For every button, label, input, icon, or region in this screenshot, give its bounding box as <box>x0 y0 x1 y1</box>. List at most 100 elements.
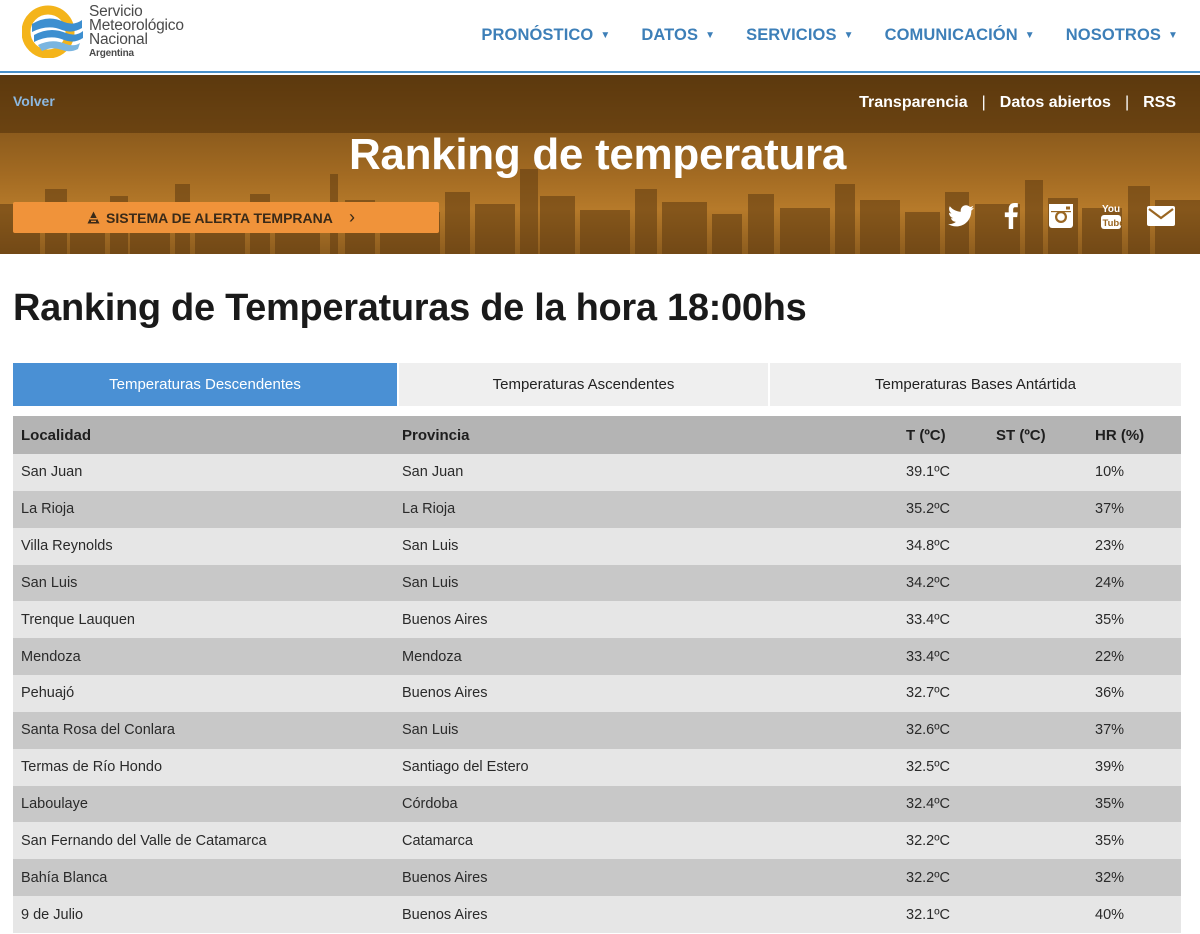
rss-link[interactable]: RSS <box>1143 94 1176 112</box>
cell-localidad: San Luis <box>21 574 78 591</box>
cell-provincia: Córdoba <box>402 796 458 813</box>
page-title: Ranking de Temperaturas de la hora 18:00… <box>13 287 807 329</box>
cell-humedad: 37% <box>1095 722 1125 739</box>
cell-localidad: San Fernando del Valle de Catamarca <box>21 832 267 849</box>
cell-humedad: 23% <box>1095 538 1125 555</box>
caret-down-icon: ▼ <box>600 30 611 41</box>
ranking-tabs: Temperaturas Descendentes Temperaturas A… <box>13 363 1181 406</box>
social-links: You Tube <box>936 199 1186 233</box>
caret-down-icon: ▼ <box>843 30 854 41</box>
table-row: Villa Reynolds San Luis 34.8ºC 23% <box>13 527 1181 565</box>
table-row: Trenque Lauquen Buenos Aires 33.4ºC 35% <box>13 601 1181 639</box>
cell-humedad: 39% <box>1095 759 1125 776</box>
cell-localidad: La Rioja <box>21 501 75 518</box>
twitter-icon[interactable] <box>936 199 986 233</box>
hero-banner: Volver Transparencia | Datos abiertos | … <box>0 75 1200 254</box>
table-row: San Juan San Juan 39.1ºC 10% <box>13 454 1181 491</box>
cell-provincia: San Luis <box>402 574 459 591</box>
cell-localidad: Termas de Río Hondo <box>21 759 163 776</box>
mail-icon[interactable] <box>1136 199 1186 233</box>
cell-humedad: 10% <box>1095 464 1125 481</box>
main-nav: PRONÓSTICO ▼ DATOS ▼ SERVICIOS ▼ COMUNICACI… <box>450 26 1178 45</box>
transparencia-link[interactable]: Transparencia <box>859 94 968 112</box>
table-row: Pehuajó Buenos Aires 32.7ºC 36% <box>13 675 1181 712</box>
ranking-table: Localidad Provincia T (ºC) ST (ºC) HR (%… <box>13 416 1181 933</box>
nav-item-servicios[interactable]: SERVICIOS ▼ <box>746 26 853 45</box>
cell-humedad: 40% <box>1095 906 1125 923</box>
cell-temperatura: 32.6ºC <box>906 722 950 739</box>
table-row: La Rioja La Rioja 35.2ºC 37% <box>13 490 1181 528</box>
cell-temperatura: 32.2ºC <box>906 832 950 849</box>
nav-label: NOSOTROS <box>1065 26 1161 44</box>
table-row: Termas de Río Hondo Santiago del Estero 32… <box>13 748 1181 786</box>
cell-provincia: Buenos Aires <box>402 611 488 628</box>
nav-label: SERVICIOS <box>746 26 837 44</box>
nav-item-nosotros[interactable]: NOSOTROS ▼ <box>1066 26 1178 45</box>
cell-localidad: Santa Rosa del Conlara <box>21 722 175 739</box>
column-header-temperatura[interactable]: T (ºC) <box>906 427 946 444</box>
cell-provincia: San Luis <box>402 538 459 555</box>
table-row: Santa Rosa del Conlara San Luis 32.6ºC 37% <box>13 711 1181 749</box>
svg-text:You: You <box>1102 204 1120 215</box>
cell-temperatura: 34.2ºC <box>906 574 950 591</box>
column-header-sensacion-termica[interactable]: ST (ºC) <box>996 427 1046 444</box>
cell-humedad: 24% <box>1095 574 1125 591</box>
top-navbar: Servicio Meteorológico Nacional Argentin… <box>0 0 1200 73</box>
cell-temperatura: 32.1ºC <box>906 906 950 923</box>
cell-humedad: 35% <box>1095 796 1125 813</box>
cell-provincia: Santiago del Estero <box>402 759 529 776</box>
table-row: 9 de Julio Buenos Aires 32.1ºC 40% <box>13 896 1181 933</box>
nav-item-pronostico[interactable]: PRONÓSTICO ▼ <box>481 26 610 45</box>
svg-text:Tube: Tube <box>1103 218 1123 229</box>
nav-label: PRONÓSTICO <box>481 26 594 44</box>
youtube-icon[interactable]: You Tube <box>1086 199 1136 233</box>
column-header-humedad[interactable]: HR (%) <box>1095 427 1144 444</box>
table-row: San Fernando del Valle de Catamarca Catam… <box>13 822 1181 860</box>
logo-text: Servicio Meteorológico Nacional Argentin… <box>89 4 184 60</box>
warning-cone-icon <box>87 211 100 224</box>
cell-provincia: Mendoza <box>402 648 462 665</box>
cell-localidad: Laboulaye <box>21 796 88 813</box>
table-row: Bahía Blanca Buenos Aires 32.2ºC 32% <box>13 859 1181 897</box>
cell-humedad: 37% <box>1095 501 1125 518</box>
tab-temperaturas-bases-antartida[interactable]: Temperaturas Bases Antártida <box>770 363 1181 406</box>
cell-temperatura: 34.8ºC <box>906 538 950 555</box>
table-body: San Juan San Juan 39.1ºC 10% La Rioja La Rioj… <box>13 454 1181 933</box>
cell-temperatura: 33.4ºC <box>906 648 950 665</box>
cell-temperatura: 32.4ºC <box>906 796 950 813</box>
cell-temperatura: 33.4ºC <box>906 611 950 628</box>
cell-localidad: Pehuajó <box>21 685 75 702</box>
datos-abiertos-link[interactable]: Datos abiertos <box>1000 94 1111 112</box>
cell-temperatura: 32.7ºC <box>906 685 950 702</box>
cell-temperatura: 35.2ºC <box>906 501 950 518</box>
link-separator: | <box>1124 94 1130 111</box>
utility-links: Transparencia | Datos abiertos | RSS <box>859 94 1176 112</box>
tab-temperaturas-descendentes[interactable]: Temperaturas Descendentes <box>13 363 399 406</box>
facebook-icon[interactable] <box>986 199 1036 233</box>
caret-down-icon: ▼ <box>1168 30 1178 41</box>
link-separator: | <box>981 94 986 111</box>
back-link[interactable]: Volver <box>13 93 55 109</box>
cell-humedad: 35% <box>1095 611 1125 628</box>
alert-system-button[interactable]: SISTEMA DE ALERTA TEMPRANA › <box>13 202 439 233</box>
nav-item-datos[interactable]: DATOS ▼ <box>641 26 715 45</box>
cell-temperatura: 32.2ºC <box>906 869 950 886</box>
instagram-icon[interactable] <box>1036 199 1086 233</box>
caret-down-icon: ▼ <box>705 30 716 41</box>
cell-localidad: Bahía Blanca <box>21 869 108 886</box>
smn-logo[interactable]: Servicio Meteorológico Nacional Argentin… <box>22 4 202 62</box>
cell-humedad: 35% <box>1095 832 1125 849</box>
nav-label: COMUNICACIÓN <box>884 26 1018 44</box>
column-header-provincia[interactable]: Provincia <box>402 427 470 444</box>
cell-provincia: Buenos Aires <box>402 869 488 886</box>
nav-label: DATOS <box>641 26 699 44</box>
nav-item-comunicacion[interactable]: COMUNICACIÓN ▼ <box>885 26 1035 45</box>
caret-down-icon: ▼ <box>1024 30 1035 41</box>
table-row: Mendoza Mendoza 33.4ºC 22% <box>13 638 1181 676</box>
cell-humedad: 22% <box>1095 648 1125 665</box>
column-header-localidad[interactable]: Localidad <box>21 427 91 444</box>
cell-localidad: Trenque Lauquen <box>21 611 135 628</box>
logo-line-4: Argentina <box>89 48 134 59</box>
smn-logo-icon <box>22 5 83 58</box>
tab-temperaturas-ascendentes[interactable]: Temperaturas Ascendentes <box>399 363 770 406</box>
